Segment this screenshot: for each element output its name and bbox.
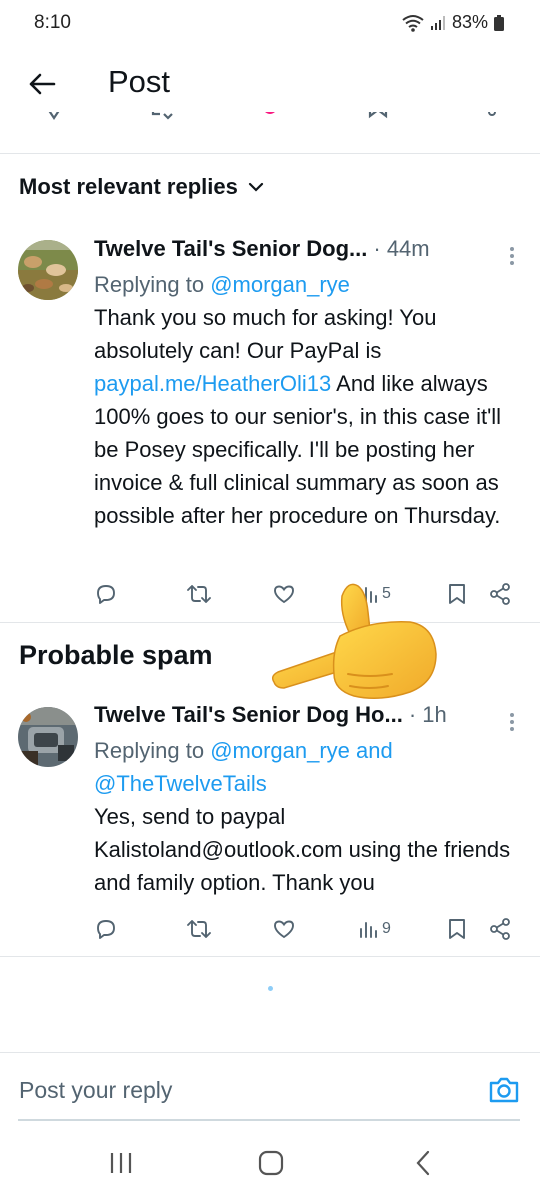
repost-icon[interactable] [150,112,174,124]
reply-composer: Post your reply [0,1052,540,1122]
back-icon [416,1150,430,1176]
bookmark-icon [449,919,465,939]
avatar[interactable] [18,240,78,300]
input-underline [18,1119,520,1121]
heart-icon [274,920,294,939]
battery-percent: 83% [451,12,488,32]
main-post-actions-partial [0,112,540,132]
battery-icon [494,14,504,31]
reply-actions: 9 [94,914,518,944]
mention-link[interactable]: @morgan_rye [210,272,350,297]
avatar[interactable] [18,707,78,767]
replying-to: Replying to @morgan_rye and @TheTwelveTa… [94,734,512,800]
reply-input[interactable]: Post your reply [19,1077,172,1104]
status-icons: 83% [402,12,504,33]
share-icon [490,583,510,605]
reply-icon [97,920,115,939]
repost-icon [187,585,211,603]
repost-button[interactable] [186,579,212,609]
analytics-icon [360,922,377,938]
arrow-left-icon [29,73,56,95]
like-icon-filled[interactable] [258,112,282,124]
reply-button[interactable] [94,579,118,609]
pointing-hand-emoji [271,583,437,699]
system-nav-bar [0,1124,540,1200]
views-button[interactable]: 9 [358,914,391,944]
back-button[interactable] [24,66,60,102]
repost-button[interactable] [186,914,212,944]
signal-icon [430,15,445,30]
reply-text: Yes, send to paypal Kalistoland@outlook.… [94,804,511,895]
sort-label: Most relevant replies [19,174,238,199]
divider [0,956,540,957]
share-button[interactable] [488,914,512,944]
camera-button[interactable] [488,1075,520,1105]
chevron-down-icon [248,182,263,192]
replying-prefix: Replying to [94,272,211,297]
like-button[interactable] [272,914,296,944]
sort-replies-dropdown[interactable]: Most relevant replies [19,174,264,200]
loading-indicator [268,986,273,991]
post-time: · 44m [373,236,430,261]
recent-apps-button[interactable] [106,1148,136,1178]
spam-section-title: Probable spam [19,640,213,670]
replying-to: Replying to @morgan_rye [94,268,512,301]
view-count: 9 [382,920,391,937]
share-icon [490,918,510,940]
bookmark-button[interactable] [446,914,468,944]
replying-prefix: Replying to [94,738,211,763]
wifi-icon [402,14,424,32]
header: Post [0,52,540,114]
reply-icon[interactable] [42,112,66,124]
status-bar: 8:10 83% [0,0,540,48]
home-button[interactable] [256,1148,286,1178]
bookmark-button[interactable] [446,579,468,609]
recent-apps-icon [110,1153,132,1173]
divider [0,153,540,154]
author-name[interactable]: Twelve Tail's Senior Dog... [94,236,367,262]
home-icon [258,1150,284,1176]
paypal-link[interactable]: paypal.me/HeatherOli13 [94,371,331,396]
camera-icon [489,1077,519,1103]
bookmark-icon [449,584,465,604]
reply-text-before-link: Thank you so much for asking! You absolu… [94,305,437,363]
reply-icon [97,585,115,604]
bookmark-icon[interactable] [366,112,390,124]
status-time: 8:10 [34,12,71,33]
share-button[interactable] [488,579,512,609]
share-icon[interactable] [482,112,506,124]
reply-button[interactable] [94,914,118,944]
reply-text: Thank you so much for asking! You absolu… [94,301,512,532]
repost-icon [187,920,211,938]
page-title: Post [108,64,171,99]
system-back-button[interactable] [408,1148,438,1178]
